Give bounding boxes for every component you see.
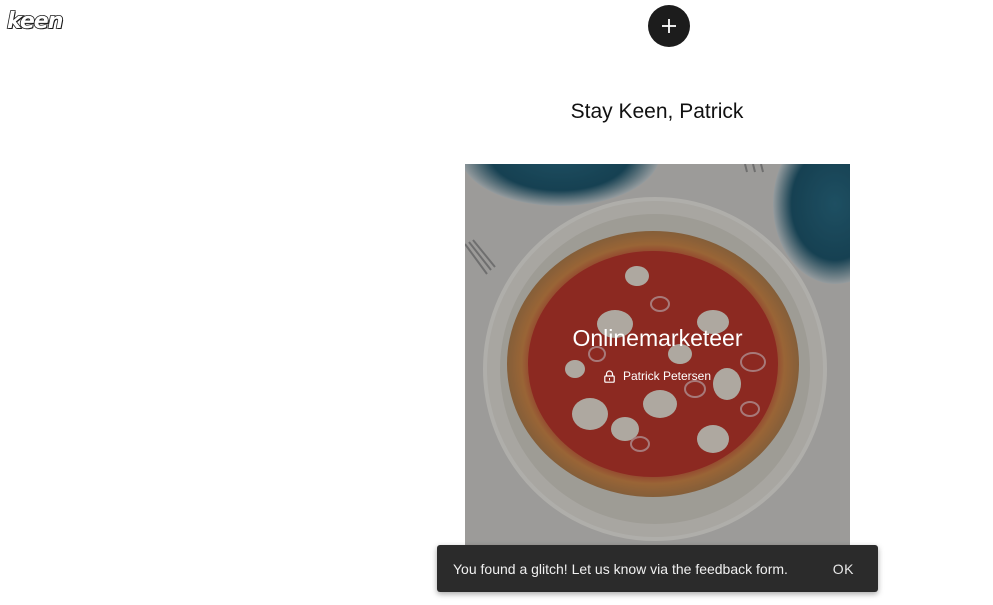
keen-card[interactable]: Onlinemarketeer Patrick Petersen (465, 164, 850, 549)
keen-logo[interactable]: keen (6, 8, 64, 35)
toast-message: You found a glitch! Let us know via the … (453, 560, 788, 577)
plus-icon (662, 19, 676, 33)
page: keen Stay Keen, Patrick Onlinemarketeer … (0, 0, 993, 605)
card-title: Onlinemarketeer (572, 325, 743, 351)
card-overlay (465, 164, 850, 549)
glitch-toast: You found a glitch! Let us know via the … (437, 545, 878, 592)
toast-ok-button[interactable]: OK (833, 561, 854, 577)
card-owner-name: Patrick Petersen (622, 369, 712, 383)
lock-icon (604, 369, 615, 383)
card-owner: Patrick Petersen (465, 369, 850, 383)
add-button[interactable] (648, 5, 690, 47)
greeting-heading: Stay Keen, Patrick (570, 100, 744, 123)
